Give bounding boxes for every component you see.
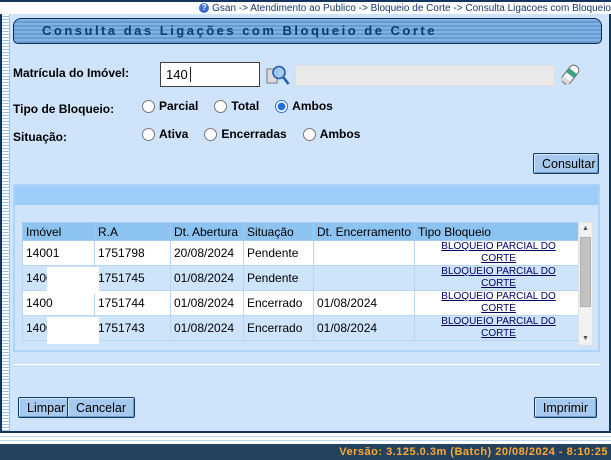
scrollbar-down-arrow-icon[interactable]: ▼: [579, 333, 592, 345]
table-row: 14001 1751798 20/08/2024 Pendente BLOQUE…: [23, 241, 583, 266]
cell-dt-abertura: 20/08/2024: [171, 241, 244, 266]
cell-tipo-bloqueio: BLOQUEIO PARCIAL DO CORTE: [415, 266, 583, 291]
radio-tipo-ambos-label: Ambos: [292, 99, 333, 113]
imovel-description-field: [295, 65, 555, 86]
cell-dt-encerramento: [314, 266, 415, 291]
tipo-bloqueio-link[interactable]: BLOQUEIO PARCIAL DO CORTE: [440, 291, 558, 315]
results-table: Imóvel R.A Dt. Abertura Situação Dt. Enc…: [22, 222, 583, 341]
results-panel: Imóvel R.A Dt. Abertura Situação Dt. Enc…: [13, 184, 600, 352]
table-scrollbar[interactable]: ▲ ▼: [578, 222, 593, 346]
tipo-bloqueio-link[interactable]: BLOQUEIO PARCIAL DO CORTE: [440, 266, 558, 290]
radio-option-encerradas[interactable]: Encerradas: [204, 127, 286, 141]
cell-dt-encerramento: 01/08/2024: [314, 316, 415, 341]
radio-situacao-ambos-label: Ambos: [320, 127, 361, 141]
radio-ativa[interactable]: [142, 128, 155, 141]
cell-imovel: 1400: [23, 291, 95, 316]
header-imovel: Imóvel: [23, 223, 95, 241]
cell-dt-abertura: 01/08/2024: [171, 316, 244, 341]
limpar-button[interactable]: Limpar: [18, 397, 74, 418]
table-header-row: Imóvel R.A Dt. Abertura Situação Dt. Enc…: [23, 223, 583, 241]
cancelar-button[interactable]: Cancelar: [67, 397, 135, 418]
cell-imovel: 14001: [23, 241, 95, 266]
matricula-label: Matrícula do Imóvel:: [13, 66, 129, 80]
header-situacao: Situação: [244, 223, 314, 241]
radio-situacao-ambos[interactable]: [303, 128, 316, 141]
scrollbar-up-arrow-icon[interactable]: ▲: [579, 223, 592, 235]
cell-ra: 1751745: [95, 266, 171, 291]
cell-situacao: Encerrado: [244, 316, 314, 341]
cell-imovel: 1400: [23, 316, 95, 341]
search-magnifier-icon[interactable]: [265, 63, 290, 88]
situacao-radio-group: Ativa Encerradas Ambos: [142, 127, 360, 141]
pre-footer-stripes: [0, 433, 611, 444]
radio-option-ativa[interactable]: Ativa: [142, 127, 188, 141]
table-row: 1400 1751743 01/08/2024 Encerrado 01/08/…: [23, 316, 583, 341]
radio-option-total[interactable]: Total: [214, 99, 259, 113]
radio-option-tipo-ambos[interactable]: Ambos: [275, 99, 333, 113]
tipo-bloqueio-label: Tipo de Bloqueio:: [13, 102, 114, 116]
radio-option-situacao-ambos[interactable]: Ambos: [303, 127, 361, 141]
breadcrumb: ? Gsan -> Atendimento ao Publico -> Bloq…: [0, 2, 611, 14]
situacao-label: Situação:: [13, 130, 67, 144]
cell-ra: 1751744: [95, 291, 171, 316]
eraser-glyph: [557, 61, 583, 89]
header-tipo-bloqueio: Tipo Bloqueio: [415, 223, 583, 241]
radio-total-label: Total: [231, 99, 259, 113]
radio-ativa-label: Ativa: [159, 127, 188, 141]
text-caret: [190, 67, 191, 82]
radio-encerradas[interactable]: [204, 128, 217, 141]
redaction-patch: [47, 267, 99, 294]
radio-parcial[interactable]: [142, 100, 155, 113]
cell-imovel: 1400: [23, 266, 95, 291]
cell-dt-encerramento: 01/08/2024: [314, 291, 415, 316]
header-dt-encerramento: Dt. Encerramento: [314, 223, 415, 241]
gsan-window: ? Gsan -> Atendimento ao Publico -> Bloq…: [0, 0, 611, 460]
results-table-body: 14001 1751798 20/08/2024 Pendente BLOQUE…: [23, 241, 583, 341]
cell-ra: 1751743: [95, 316, 171, 341]
radio-parcial-label: Parcial: [159, 99, 198, 113]
scrollbar-thumb[interactable]: [580, 237, 591, 307]
radio-total[interactable]: [214, 100, 227, 113]
cell-tipo-bloqueio: BLOQUEIO PARCIAL DO CORTE: [415, 241, 583, 266]
cell-dt-encerramento: [314, 241, 415, 266]
breadcrumb-text: Gsan -> Atendimento ao Publico -> Bloque…: [212, 3, 611, 14]
cell-tipo-bloqueio: BLOQUEIO PARCIAL DO CORTE: [415, 291, 583, 316]
results-header-band: [15, 186, 598, 205]
cell-dt-abertura: 01/08/2024: [171, 291, 244, 316]
header-dt-abertura: Dt. Abertura: [171, 223, 244, 241]
tipo-bloqueio-link[interactable]: BLOQUEIO PARCIAL DO CORTE: [440, 241, 558, 265]
radio-encerradas-label: Encerradas: [221, 127, 286, 141]
matricula-input[interactable]: [160, 62, 260, 87]
table-row: 1400 1751744 01/08/2024 Encerrado 01/08/…: [23, 291, 583, 316]
cell-situacao: Encerrado: [244, 291, 314, 316]
main-frame: Consulta das Ligações com Bloqueio de Co…: [0, 14, 611, 433]
tipo-bloqueio-link[interactable]: BLOQUEIO PARCIAL DO CORTE: [440, 316, 558, 340]
cell-dt-abertura: 01/08/2024: [171, 266, 244, 291]
header-ra: R.A: [95, 223, 171, 241]
horizontal-divider: [13, 364, 600, 365]
help-icon[interactable]: ?: [199, 3, 209, 13]
version-footer: Versão: 3.125.0.3m (Batch) 20/08/2024 - …: [0, 444, 611, 460]
radio-option-parcial[interactable]: Parcial: [142, 99, 198, 113]
cell-ra: 1751798: [95, 241, 171, 266]
cell-situacao: Pendente: [244, 241, 314, 266]
cell-situacao: Pendente: [244, 266, 314, 291]
left-decorative-strip: [2, 14, 10, 431]
imprimir-button[interactable]: Imprimir: [534, 397, 597, 418]
consultar-button[interactable]: Consultar: [533, 153, 599, 174]
page-title: Consulta das Ligações com Bloqueio de Co…: [13, 18, 602, 44]
eraser-icon[interactable]: [557, 61, 583, 89]
tipo-bloqueio-radio-group: Parcial Total Ambos: [142, 99, 333, 113]
table-row: 1400 1751745 01/08/2024 Pendente BLOQUEI…: [23, 266, 583, 291]
cell-tipo-bloqueio: BLOQUEIO PARCIAL DO CORTE: [415, 316, 583, 341]
radio-tipo-ambos[interactable]: [275, 100, 288, 113]
magnifier-glyph: [265, 63, 290, 88]
redaction-patch: [47, 317, 99, 344]
